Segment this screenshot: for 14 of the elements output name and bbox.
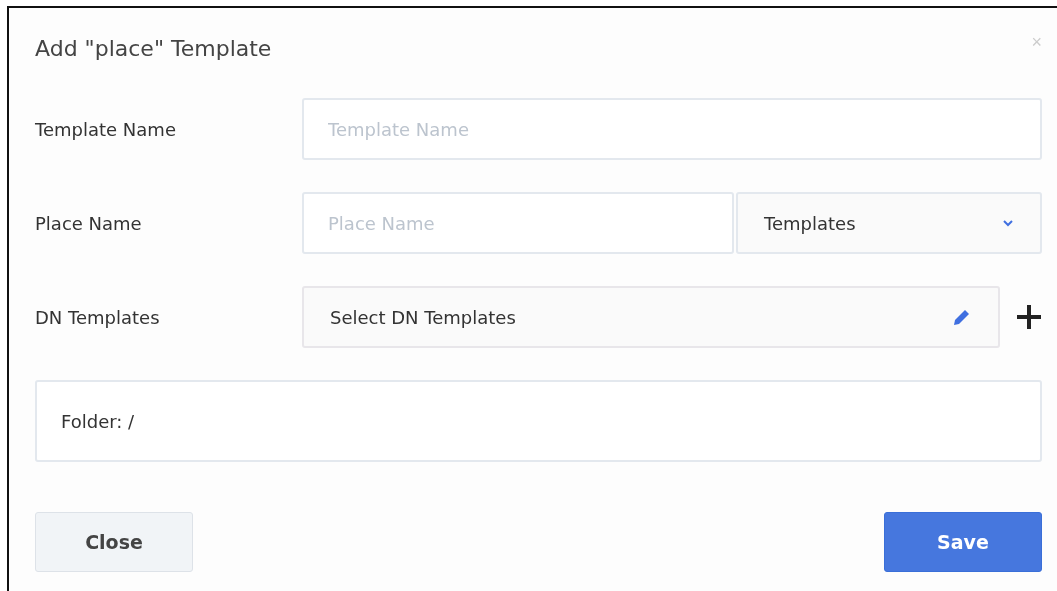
text-field[interactable]: Place Name bbox=[302, 192, 734, 254]
plus-icon[interactable] bbox=[1016, 304, 1042, 330]
picker-field[interactable]: Select DN Templates bbox=[302, 286, 1000, 348]
field-label: DN Templates bbox=[35, 306, 161, 328]
dialog-title: Add "place" Template bbox=[35, 35, 272, 61]
save-button[interactable]: Save bbox=[884, 512, 1042, 572]
chevron-down-icon bbox=[1002, 219, 1014, 227]
close-button[interactable]: Close bbox=[35, 512, 193, 572]
folder-path: Folder: / bbox=[35, 380, 1042, 462]
text-field[interactable]: Template Name bbox=[302, 98, 1042, 160]
field-label: Template Name bbox=[35, 118, 177, 140]
pencil-icon bbox=[952, 307, 972, 327]
dropdown[interactable]: Templates bbox=[736, 192, 1042, 254]
field-label: Place Name bbox=[35, 212, 143, 234]
